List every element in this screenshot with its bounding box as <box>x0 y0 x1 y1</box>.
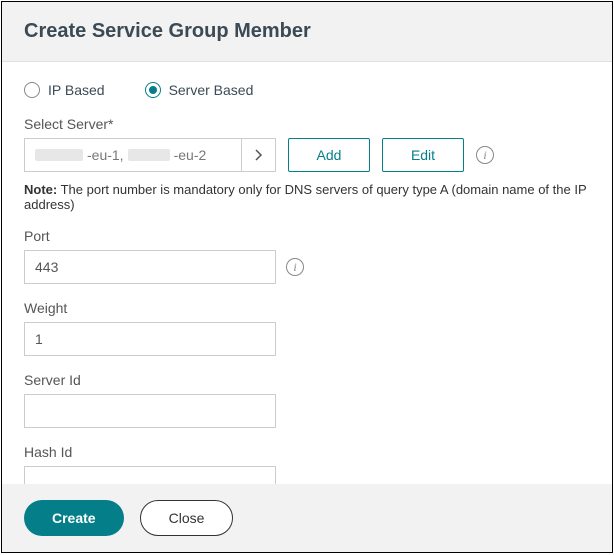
radio-server-based[interactable]: Server Based <box>145 82 254 98</box>
close-button[interactable]: Close <box>140 500 234 536</box>
dialog-footer: Create Close <box>2 484 612 552</box>
port-input[interactable] <box>24 250 276 284</box>
select-server-row: -eu-1, -eu-2 Add Edit i <box>24 138 590 172</box>
hashid-label: Hash Id <box>24 444 590 460</box>
info-icon[interactable]: i <box>286 258 304 276</box>
page-title: Create Service Group Member <box>24 20 590 43</box>
serverid-input[interactable] <box>24 394 276 428</box>
radio-icon <box>145 82 161 98</box>
select-server-value: -eu-1, -eu-2 <box>25 139 241 171</box>
radio-label: Server Based <box>169 82 254 98</box>
dialog-header: Create Service Group Member <box>2 2 612 62</box>
port-label: Port <box>24 228 590 244</box>
edit-button[interactable]: Edit <box>382 138 464 172</box>
radio-icon <box>24 82 40 98</box>
radio-ip-based[interactable]: IP Based <box>24 82 105 98</box>
create-button[interactable]: Create <box>24 500 124 536</box>
base-type-radios: IP Based Server Based <box>24 82 590 98</box>
weight-input[interactable] <box>24 322 276 356</box>
note-text: Note: The port number is mandatory only … <box>24 182 590 212</box>
hashid-input[interactable] <box>24 466 276 484</box>
info-icon[interactable]: i <box>476 146 494 164</box>
form-content: IP Based Server Based Select Server* -eu… <box>2 62 612 484</box>
add-button[interactable]: Add <box>288 138 370 172</box>
serverid-label: Server Id <box>24 372 590 388</box>
select-server-dropdown[interactable]: -eu-1, -eu-2 <box>24 138 276 172</box>
weight-label: Weight <box>24 300 590 316</box>
select-server-label: Select Server* <box>24 116 590 132</box>
radio-label: IP Based <box>48 82 105 98</box>
chevron-right-icon[interactable] <box>241 139 275 171</box>
